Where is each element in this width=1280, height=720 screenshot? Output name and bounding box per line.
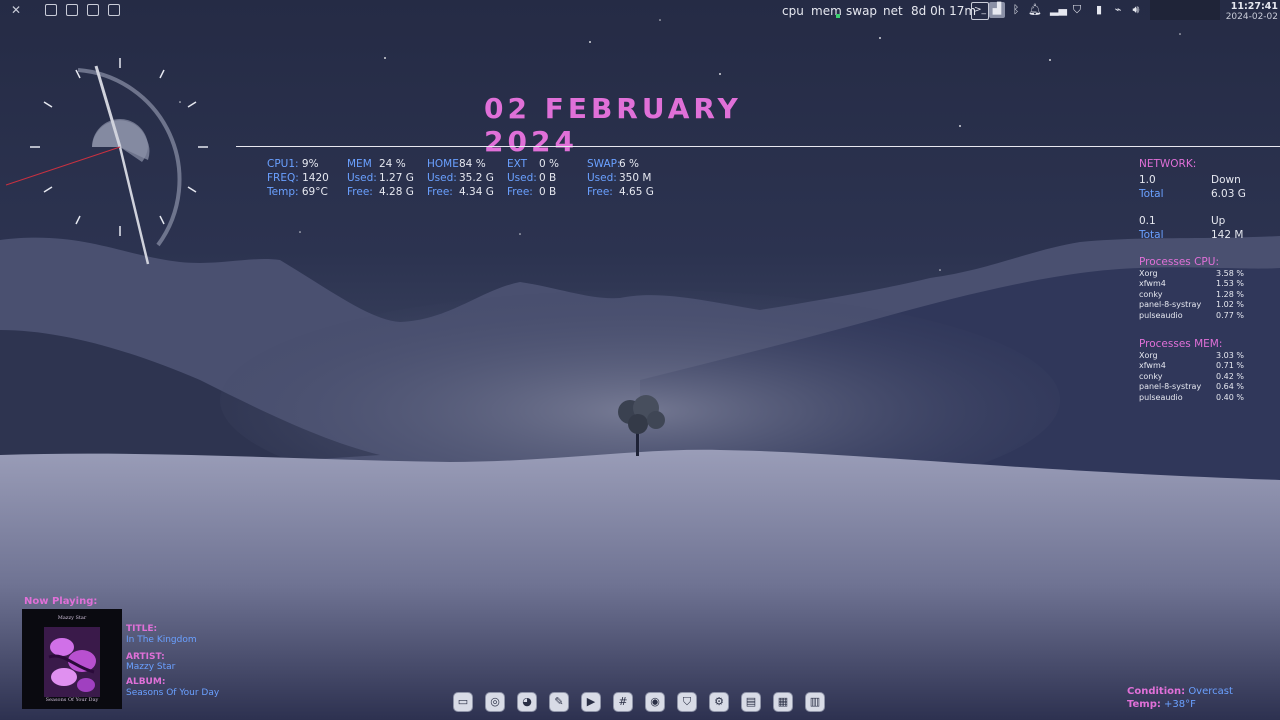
dock-window-icon[interactable]: ▭ [453,692,473,712]
dock-gimp-icon[interactable]: ◉ [645,692,665,712]
list-item: xfwm4 1.53 % [1139,279,1244,289]
clock-time: 11:27:41 [1230,1,1278,12]
now-playing-heading: Now Playing: [24,596,98,607]
clock-arc [77,68,182,247]
swap-monitor[interactable]: swap [846,4,877,18]
notification-bell-icon[interactable]: 🔔︎ [1028,3,1042,17]
mem-monitor-bar [836,14,840,18]
album-art-artist: Mazzy Star [57,615,87,621]
shield-icon[interactable]: ⛉ [1070,3,1084,17]
analog-clock [5,58,208,265]
clock-second-hand [5,146,121,186]
track-title: In The Kingdom [126,634,197,645]
dock-text-editor-icon[interactable]: ✎ [549,692,569,712]
workspace-3-icon[interactable] [87,4,99,16]
uptime: 8d 0h 17m [911,4,977,18]
processes-mem-title: Processes MEM: [1139,338,1223,350]
track-info: TITLE: In The Kingdom ARTIST: Mazzy Star… [126,624,219,699]
net-monitor[interactable]: net [883,4,903,18]
list-item: Xorg 3.58 % [1139,269,1244,278]
dock-trash-icon[interactable]: ▥ [805,692,825,712]
workspace-1-icon[interactable] [45,4,57,16]
clock-minute-hand [118,146,150,265]
terminal-icon[interactable]: >_ [971,2,989,20]
dock-browser-icon[interactable]: ◎ [485,692,505,712]
dock-settings-icon[interactable]: ⚙ [709,692,729,712]
tray-blank-area [1150,0,1220,20]
track-artist: Mazzy Star [126,662,176,673]
artist-label: ARTIST: [126,651,165,662]
processes-cpu: Processes CPU: Xorg 3.58 % xfwm4 1.53 % co… [1139,255,1249,321]
dock-slack-icon[interactable]: # [613,692,633,712]
dock-file-manager-icon[interactable]: ▦ [773,692,793,712]
network-title: NETWORK: [1139,158,1197,170]
track-album: Seasons Of Your Day [126,687,220,698]
date-display: 02 FEBRUARY 2024 [484,92,742,158]
list-item: panel-8-systray 0.64 % [1139,382,1244,392]
dock-firefox-icon[interactable]: ◕ [517,692,537,712]
workspace-4-icon[interactable] [108,4,120,16]
list-item: conky 1.28 % [1139,289,1244,299]
list-item: xfwm4 0.71 % [1139,361,1244,371]
network-icon[interactable]: ⌁ [1111,3,1125,17]
bluetooth-icon[interactable]: ᛒ [1009,3,1023,17]
panel-clock[interactable]: 11:27:41 2024-02-02 [1222,1,1278,22]
top-panel: ✕ cpu mem swap net 8d 0h 17m >_ ▟ ᛒ 🔔︎ ▂… [0,0,1280,22]
album-label: ALBUM: [126,677,166,688]
system-monitor-icon[interactable]: ▟ [989,2,1005,18]
volume-icon[interactable]: 🔊︎ [1129,3,1143,17]
dock-terminal-icon[interactable]: ▤ [741,692,761,712]
home-stats: HOME84 % Used: 35.2 G Free: 4.34 G [427,158,494,198]
list-item: panel-8-systray 1.02 % [1139,300,1244,310]
network-widget: NETWORK: 1.0 Down Total 6.03 G 0.1 Up Total… [1139,157,1259,242]
workspace-2-icon[interactable] [66,4,78,16]
weather-widget: Condition: Overcast Temp: +38°F [1127,686,1233,710]
ext-stats: EXT 0 % Used: 0 B Free: 0 B [507,158,559,198]
cpu-monitor[interactable]: cpu [782,4,804,18]
dock-video-icon[interactable]: ▶ [581,692,601,712]
divider-line [236,146,1280,147]
clock-date: 2024-02-02 [1225,12,1278,22]
title-label: TITLE: [126,624,158,634]
album-art-album: Seasons Of Your Day [45,697,99,703]
signal-icon[interactable]: ▂▄ [1050,3,1067,17]
list-item: Xorg 3.03 % [1139,351,1244,360]
dock-shield-icon[interactable]: ⛉ [677,692,697,712]
processes-mem: Processes MEM: Xorg 3.03 % xfwm4 0.71 % co… [1139,337,1249,403]
list-item: conky 0.42 % [1139,371,1244,381]
mem-stats: MEM 24 % Used: 1.27 G Free: 4.28 G [347,158,414,198]
album-art: Mazzy Star Seasons Of Your Day [22,609,122,709]
album-art-image [44,627,100,697]
swap-stats: SWAP:6 % Used: 350 M Free: 4.65 G [587,158,654,198]
processes-cpu-title: Processes CPU: [1139,256,1219,268]
apps-menu-icon[interactable]: ✕ [11,4,23,16]
cpu-stats: CPU1: 9% FREQ: 1420 Temp: 69°C [267,158,329,198]
list-item: pulseaudio 0.77 % [1139,310,1244,320]
list-item: pulseaudio 0.40 % [1139,392,1244,402]
battery-icon[interactable]: ▮ [1092,3,1106,17]
